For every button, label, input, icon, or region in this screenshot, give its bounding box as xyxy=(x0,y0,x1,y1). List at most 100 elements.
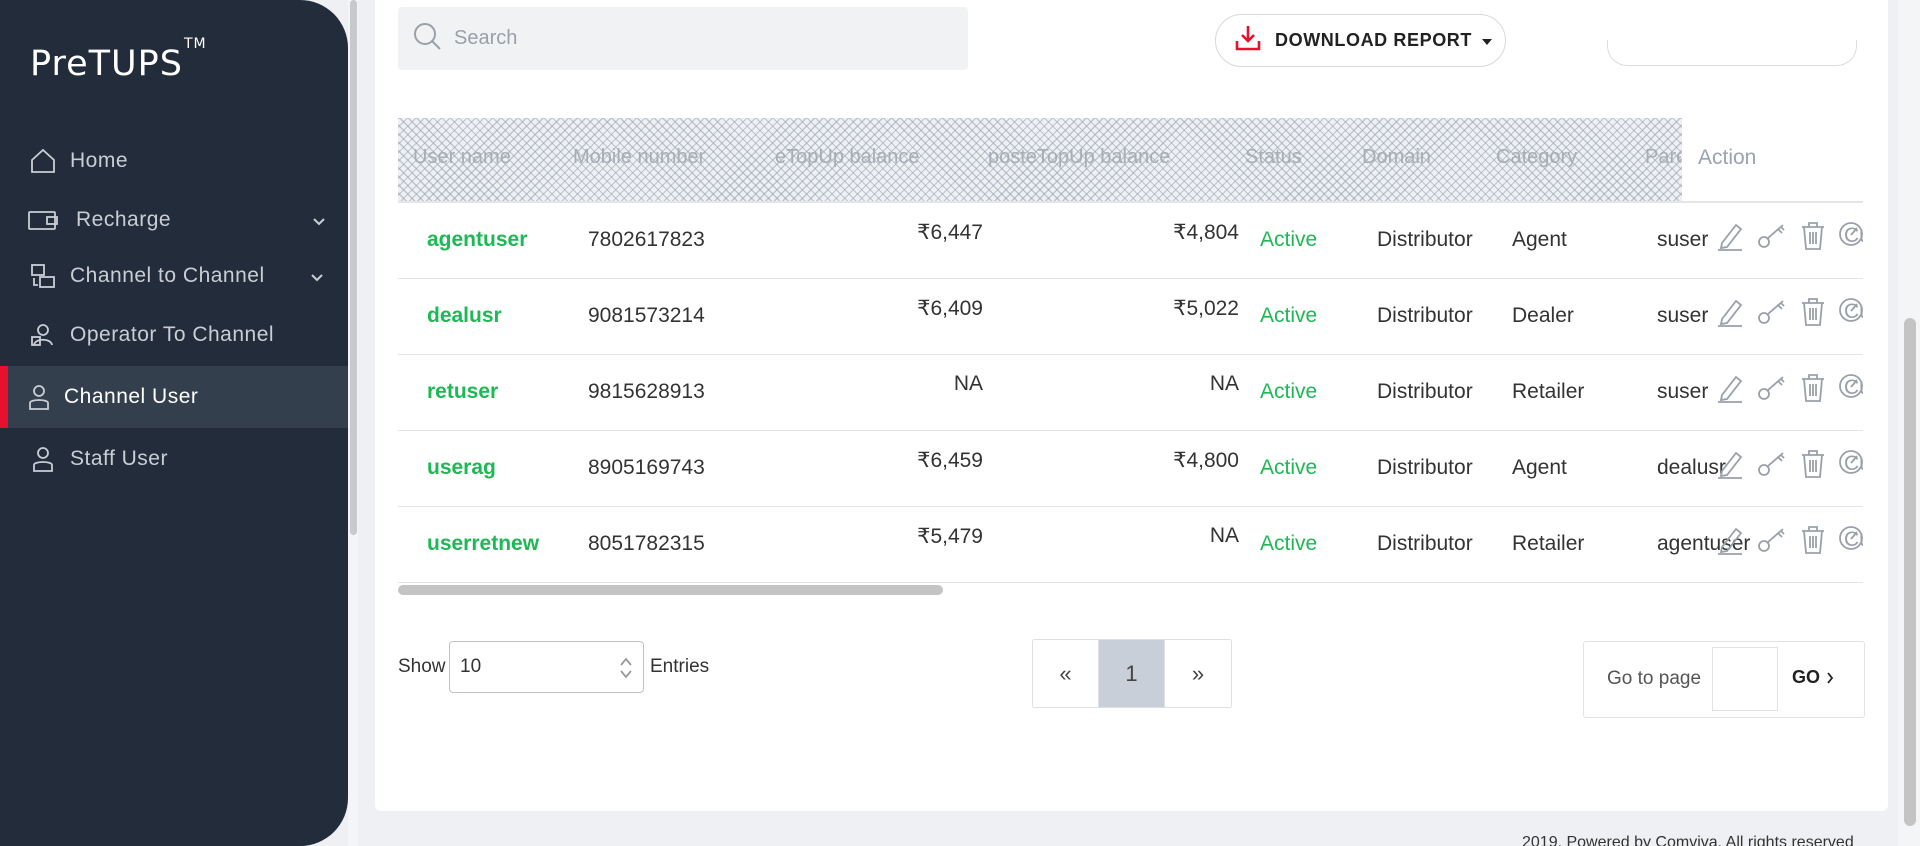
key-icon[interactable] xyxy=(1756,374,1788,402)
delete-icon[interactable] xyxy=(1800,449,1826,479)
edit-icon[interactable] xyxy=(1716,449,1744,479)
column-header-domain[interactable]: Domain xyxy=(1362,146,1431,169)
column-header-etopup-balance[interactable]: eTopUp balance xyxy=(775,146,920,169)
operator-to-channel-icon xyxy=(28,320,58,350)
user-name-link[interactable]: userag xyxy=(427,456,496,480)
edit-icon[interactable] xyxy=(1716,525,1744,555)
user-name-link[interactable]: retuser xyxy=(427,380,498,404)
action-overflow-text: Cu xyxy=(1844,528,1863,551)
status-text: Active xyxy=(1260,456,1318,479)
domain-text: Distributor xyxy=(1377,304,1473,327)
entries-per-page-value: 10 xyxy=(460,656,482,677)
etopup-balance: ₹6,409 xyxy=(917,297,983,320)
mobile-number: 8051782315 xyxy=(588,532,705,555)
go-to-page-input[interactable] xyxy=(1712,647,1778,711)
go-button[interactable]: GO xyxy=(1792,667,1834,688)
sidebar-item-label: Recharge xyxy=(76,208,172,231)
key-icon[interactable] xyxy=(1756,298,1788,326)
sidebar-item-staff-user[interactable]: Staff User xyxy=(0,428,348,490)
row-actions: Cu xyxy=(1716,447,1863,481)
category-text: Retailer xyxy=(1512,532,1585,555)
delete-icon[interactable] xyxy=(1800,297,1826,327)
sidebar-scrollbar-thumb[interactable] xyxy=(350,0,357,535)
category-text: Agent xyxy=(1512,228,1567,251)
recharge-icon xyxy=(28,205,58,235)
download-report-button[interactable]: DOWNLOAD REPORT xyxy=(1215,14,1506,67)
parent-text: suser xyxy=(1657,380,1709,403)
caret-down-icon xyxy=(1482,32,1492,50)
sidebar-item-label: Staff User xyxy=(70,447,168,470)
download-icon xyxy=(1235,24,1261,57)
sidebar-item-home[interactable]: Home xyxy=(0,130,348,192)
edit-icon[interactable] xyxy=(1716,221,1744,251)
sidebar-item-label: Channel to Channel xyxy=(70,264,265,287)
entries-label: Entries xyxy=(650,656,710,677)
delete-icon[interactable] xyxy=(1800,221,1826,251)
sidebar-item-recharge[interactable]: Recharge xyxy=(0,189,348,251)
edit-icon[interactable] xyxy=(1716,373,1744,403)
table-horizontal-scrollbar[interactable] xyxy=(398,585,943,595)
etopup-balance: ₹5,479 xyxy=(917,525,983,548)
domain-text: Distributor xyxy=(1377,532,1473,555)
page-scrollbar-thumb[interactable] xyxy=(1904,318,1916,826)
filter-dropdown-edge[interactable] xyxy=(1607,40,1857,66)
delete-icon[interactable] xyxy=(1800,525,1826,555)
edit-icon[interactable] xyxy=(1716,297,1744,327)
column-header-mobile-number[interactable]: Mobile number xyxy=(573,146,705,169)
row-actions: Cu xyxy=(1716,219,1863,253)
user-icon xyxy=(24,382,54,412)
parent-text: suser xyxy=(1657,228,1709,251)
prev-page-button[interactable]: « xyxy=(1033,640,1099,707)
search-box[interactable] xyxy=(398,7,968,70)
sidebar-item-operator-to-channel[interactable]: Operator To Channel xyxy=(0,304,348,366)
user-name-link[interactable]: dealusr xyxy=(427,304,502,328)
key-icon[interactable] xyxy=(1756,450,1788,478)
domain-text: Distributor xyxy=(1377,380,1473,403)
key-icon[interactable] xyxy=(1756,526,1788,554)
sidebar-item-channel-to-channel[interactable]: Channel to Channel xyxy=(0,245,348,307)
column-header-postetopup-balance[interactable]: posteTopUp balance xyxy=(988,146,1170,169)
page-1-button[interactable]: 1 xyxy=(1099,640,1165,707)
user-name-link[interactable]: userretnew xyxy=(427,532,539,556)
postetopup-balance: NA xyxy=(1209,524,1239,547)
go-button-label: GO xyxy=(1792,667,1821,687)
column-header-status[interactable]: Status xyxy=(1245,146,1302,169)
search-icon xyxy=(412,21,442,56)
channel-to-channel-icon xyxy=(28,261,58,291)
domain-text: Distributor xyxy=(1377,456,1473,479)
chevron-down-icon xyxy=(310,265,324,289)
sidebar-item-label: Home xyxy=(70,149,129,172)
category-text: Dealer xyxy=(1512,304,1574,327)
key-icon[interactable] xyxy=(1756,222,1788,250)
sidebar-item-channel-user[interactable]: Channel User xyxy=(0,366,348,428)
chevron-right-icon xyxy=(1826,671,1834,684)
next-page-button[interactable]: » xyxy=(1165,640,1231,707)
delete-icon[interactable] xyxy=(1800,373,1826,403)
parent-text: suser xyxy=(1657,304,1709,327)
domain-text: Distributor xyxy=(1377,228,1473,251)
go-to-page-label: Go to page xyxy=(1607,668,1702,689)
entries-per-page-select[interactable]: 10 xyxy=(449,641,644,693)
user-name-link[interactable]: agentuser xyxy=(427,228,527,252)
column-header-category[interactable]: Category xyxy=(1496,146,1577,169)
column-header-action: Action xyxy=(1698,146,1757,169)
column-header-parent[interactable]: Pare xyxy=(1645,146,1681,169)
pagination: « 1 » xyxy=(1032,639,1232,708)
row-actions: Cu xyxy=(1716,523,1863,557)
sidebar-item-label: Channel User xyxy=(64,385,199,408)
sidebar-item-label: Operator To Channel xyxy=(70,323,275,346)
search-input[interactable] xyxy=(454,27,934,50)
postetopup-balance: NA xyxy=(1209,372,1239,395)
action-overflow-text: Cu xyxy=(1844,300,1863,323)
table-row: retuser 9815628913 NA NA Active Distribu… xyxy=(398,355,1863,431)
status-text: Active xyxy=(1260,380,1318,403)
footer-copyright: 2019, Powered by Comviva. All rights res… xyxy=(1522,834,1854,846)
column-header-user-name[interactable]: User name xyxy=(413,146,511,169)
postetopup-balance: ₹4,804 xyxy=(1173,221,1239,244)
table-header: User name Mobile number eTopUp balance p… xyxy=(398,118,1863,202)
user-icon xyxy=(28,444,58,474)
sidebar: PreTUPSTM Home Recharge Channel to Chann… xyxy=(0,0,348,846)
spinner-icon[interactable] xyxy=(619,655,633,687)
postetopup-balance: ₹5,022 xyxy=(1173,297,1239,320)
status-text: Active xyxy=(1260,532,1318,555)
